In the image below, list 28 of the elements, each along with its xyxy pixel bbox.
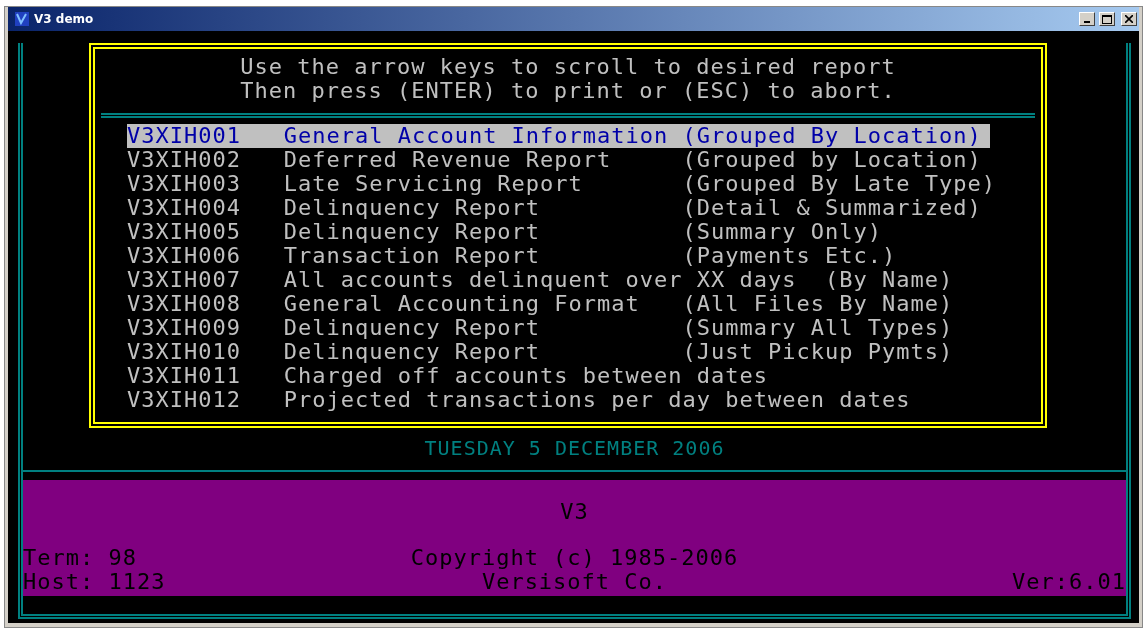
report-item[interactable]: V3XIH001 General Account Information (Grouped By Location) — [127, 124, 990, 148]
app-icon — [14, 11, 30, 27]
instruction-text: Use the arrow keys to scroll to desired report — [239, 55, 897, 79]
term-label: Term: 98 — [23, 546, 137, 570]
report-item[interactable]: V3XIH003 Late Servicing Report (Grouped By Late Type) — [127, 172, 1004, 196]
instruction-text: Then press (ENTER) to print or (ESC) to abort. — [239, 79, 897, 103]
copyright-text: Copyright (c) 1985-2006 — [410, 546, 739, 570]
report-item[interactable]: V3XIH009 Delinquency Report (Summary All Types) — [127, 316, 962, 340]
company-name: Versisoft Co. — [481, 570, 668, 594]
maximize-icon — [1102, 14, 1112, 24]
window-title: V3 demo — [34, 12, 95, 26]
report-item[interactable]: V3XIH012 Projected transactions per day between dates — [127, 388, 919, 412]
report-item[interactable]: V3XIH004 Delinquency Report (Detail & Summarized) — [127, 196, 990, 220]
close-button[interactable] — [1121, 12, 1137, 26]
host-label: Host: 1123 — [23, 570, 166, 594]
minimize-button[interactable] — [1079, 12, 1095, 26]
report-item[interactable]: V3XIH005 Delinquency Report (Summary Only) — [127, 220, 890, 244]
report-item[interactable]: V3XIH010 Delinquency Report (Just Pickup Pymts) — [127, 340, 962, 364]
report-item[interactable]: V3XIH008 General Accounting Format (All Files By Name) — [127, 292, 962, 316]
date-text: TUESDAY 5 DECEMBER 2006 — [424, 435, 725, 462]
report-item[interactable]: V3XIH007 All accounts delinquent over XX days (By Name) — [127, 268, 962, 292]
report-item[interactable]: V3XIH011 Charged off accounts between dates — [127, 364, 777, 388]
report-item[interactable]: V3XIH006 Transaction Report (Payments Etc.) — [127, 244, 905, 268]
close-icon — [1125, 15, 1133, 23]
product-name: V3 — [560, 500, 589, 524]
maximize-button[interactable] — [1099, 12, 1115, 26]
version-label: Ver:6.01 — [1012, 570, 1126, 594]
report-item[interactable]: V3XIH002 Deferred Revenue Report (Grouped by Location) — [127, 148, 990, 172]
